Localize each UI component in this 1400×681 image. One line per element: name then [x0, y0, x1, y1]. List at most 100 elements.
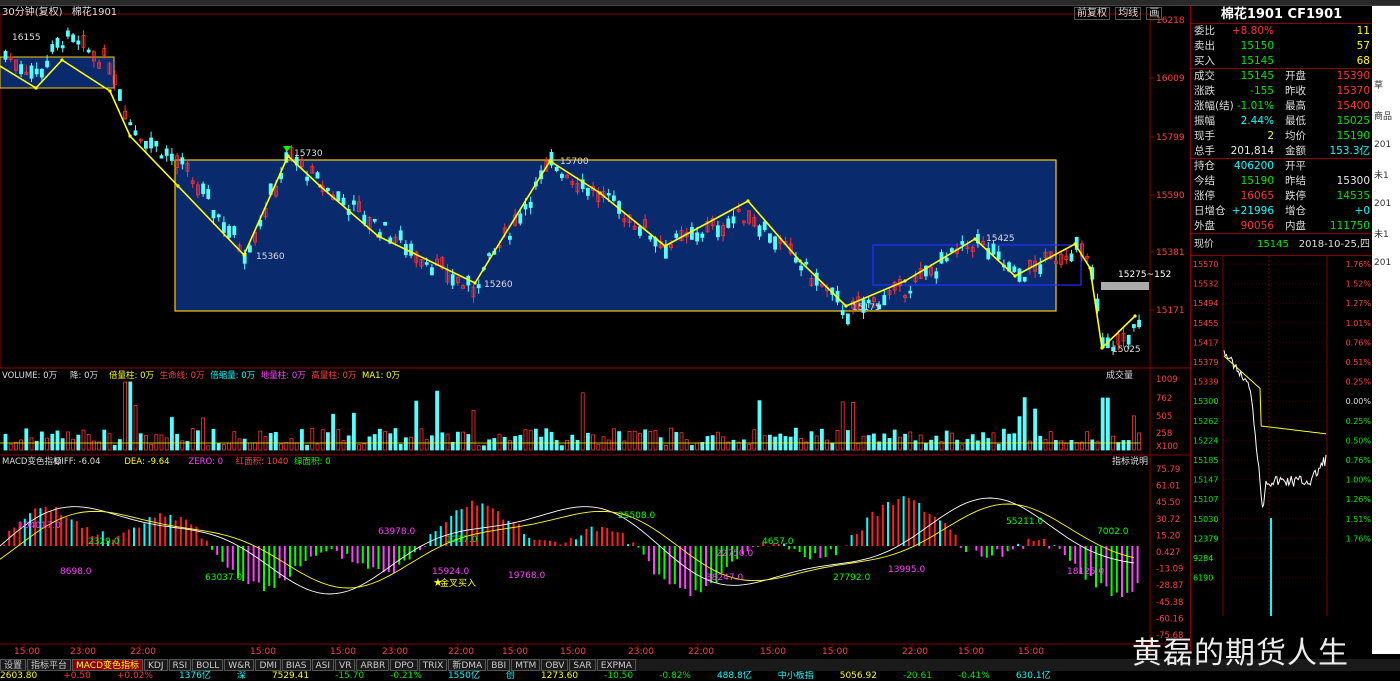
kline-chart-area[interactable]: 16218 16009 15799 15590 15381 15171 16155 15730… [0, 6, 1192, 657]
side-item[interactable]: 201 [1372, 197, 1400, 211]
intraday-axis-left: 15494 [1193, 299, 1218, 308]
restore-button[interactable]: 前复权 [1074, 7, 1110, 20]
candle-body [996, 251, 1001, 260]
indicator-tab[interactable]: TRIX [418, 659, 448, 671]
indicator-tab[interactable]: ARBR [356, 659, 390, 671]
volume-bar [357, 444, 362, 451]
volume-bar [1137, 432, 1141, 451]
candle-body [726, 218, 731, 228]
indicator-tab[interactable]: 新DMA [448, 659, 487, 671]
indicator-tab[interactable]: KDJ [144, 659, 168, 671]
indicator-tab[interactable]: BBI [487, 659, 511, 671]
volume-bar [570, 434, 575, 451]
indicator-tab[interactable]: DPO [390, 659, 418, 671]
volume-bar [1043, 439, 1048, 451]
candle-body [554, 166, 559, 172]
indicator-tab[interactable]: BIAS [281, 659, 311, 671]
candle-body [232, 226, 237, 235]
zigzag-node [176, 184, 180, 188]
side-item[interactable]: 未1 [1372, 225, 1400, 242]
volume-bar [237, 438, 242, 451]
volume-bar [118, 439, 122, 451]
indicator-tab[interactable]: SAR [569, 659, 596, 671]
volume-bar [903, 433, 907, 451]
indicator-tab[interactable]: MTM [511, 659, 541, 671]
indicator-tab[interactable]: BOLL [192, 659, 224, 671]
candle-body [487, 253, 492, 256]
indicator-tab[interactable]: 设置 [0, 659, 27, 671]
candle-body [840, 310, 845, 316]
side-item[interactable]: 未1 [1372, 166, 1400, 183]
candle-body [716, 225, 720, 238]
candle-body [1017, 268, 1022, 282]
candle-body [638, 226, 642, 236]
status-value: 7529.41 [271, 671, 310, 681]
side-item[interactable]: 商品 [1372, 107, 1400, 124]
indicator-tab[interactable]: OBV [541, 659, 569, 671]
quote-row: 委比 +8.80% 11 [1191, 24, 1372, 39]
volume-bar [419, 428, 424, 451]
candle-body [133, 130, 138, 136]
price-flag [1101, 282, 1149, 290]
intraday-axis-left: 15300 [1193, 397, 1218, 406]
macd-area-label: 27792.0 [833, 573, 870, 583]
volume-bar [507, 440, 512, 451]
volume-bar [455, 431, 460, 451]
annot-label: 15700 [560, 157, 589, 167]
quote-label-2: 最高 [1285, 100, 1306, 112]
indicator-tab[interactable]: MACD变色指标 [72, 659, 144, 671]
status-value: 深 [236, 671, 246, 681]
volume-bar [388, 433, 393, 451]
time-axis-label: 15:00 [1018, 647, 1044, 654]
volume-bar [976, 440, 980, 451]
volume-bar [898, 436, 902, 451]
intraday-avg-line [1223, 355, 1327, 435]
indicator-tab[interactable]: RSI [168, 659, 192, 671]
zigzag-node [844, 304, 848, 308]
indicator-tab[interactable]: ASI [311, 659, 335, 671]
intraday-axis-right: 1.76% [1346, 260, 1372, 269]
side-item[interactable]: 草 [1372, 76, 1400, 93]
candle-body [336, 191, 341, 202]
macd-axis-label: 45.50 [1156, 498, 1180, 508]
volume-bar [336, 429, 341, 451]
draw-button[interactable]: 画 [1146, 7, 1163, 20]
intraday-axis-right: 1.76% [1346, 534, 1372, 543]
chart-svg: 1621816009157991559015381151711615515730… [0, 13, 1192, 657]
side-item[interactable]: 201 [1372, 256, 1400, 270]
quote-label: 买入 [1194, 55, 1215, 67]
zigzag-node [1013, 274, 1017, 278]
quote-label: 振幅 [1194, 115, 1215, 127]
quote-label-2: 跌停 [1285, 190, 1306, 202]
volume-axis-label: X100 [1156, 442, 1178, 452]
volume-bar [50, 433, 55, 451]
volume-bar [1074, 442, 1079, 451]
status-value: -0.82% [659, 671, 691, 681]
quote-value: 201,814 [1230, 145, 1274, 157]
indicator-tab[interactable]: DMI [255, 659, 281, 671]
volume-bar [887, 438, 892, 451]
indicator-tab[interactable]: EXPMA [596, 659, 636, 671]
intraday-axis-left: 15224 [1193, 436, 1218, 445]
candle-body [164, 148, 169, 156]
volume-bar [632, 430, 637, 451]
volume-bar [1048, 431, 1053, 451]
status-value: -0.41% [957, 671, 990, 681]
indicator-tab[interactable]: VR [335, 659, 356, 671]
volume-bar [367, 436, 372, 451]
indicator-tab[interactable]: W&R [224, 659, 255, 671]
volume-legend: 倍量柱: 0万 [109, 370, 154, 381]
quote-label-2: 昨结 [1285, 175, 1306, 187]
macd-area-label: 18125.0 [1067, 567, 1104, 577]
candle-body [315, 172, 320, 179]
intraday-chart[interactable]: 15570 15532 15494 15455 15417 15379 15339 15300… [1191, 256, 1372, 616]
volume-bar [492, 438, 497, 451]
ma-button[interactable]: 均线 [1115, 7, 1142, 20]
side-item[interactable]: 201 [1372, 138, 1400, 152]
volume-bar [929, 439, 933, 451]
volume-bar [466, 434, 471, 451]
quote-value-2: 111750 [1329, 220, 1370, 232]
indicator-tab[interactable]: 指标平台 [27, 659, 72, 671]
quote-value-2: 11 [1356, 25, 1370, 37]
intraday-axis-left: 15455 [1193, 319, 1218, 328]
